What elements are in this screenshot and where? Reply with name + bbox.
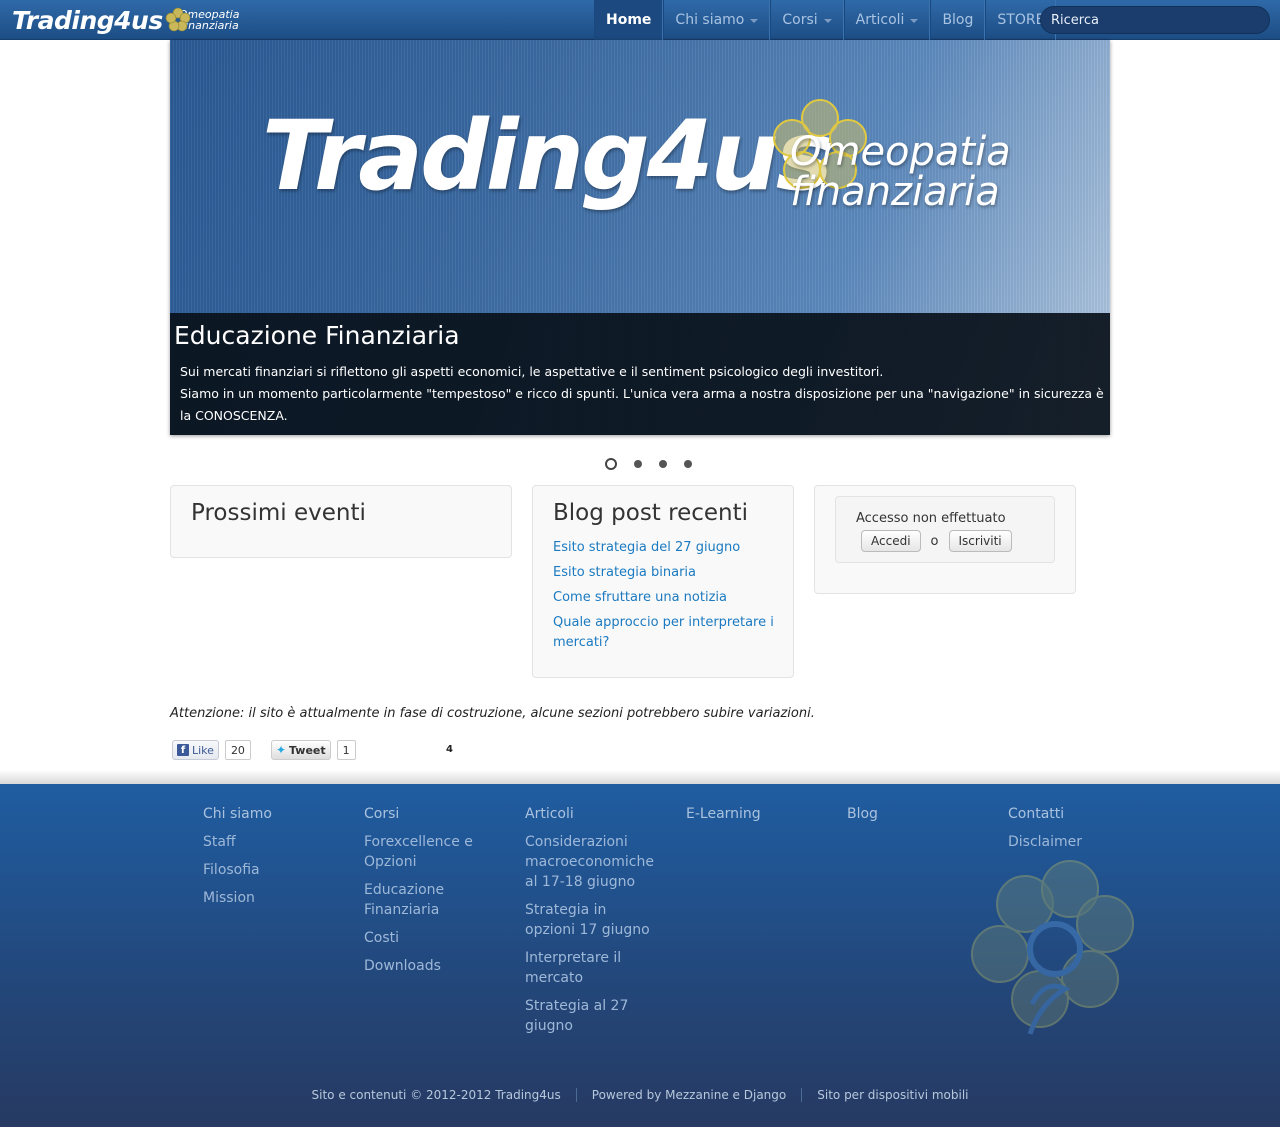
blog-post-link[interactable]: Quale approccio per interpretare i merca… <box>553 613 778 653</box>
twitter-bird-icon: ✦ <box>275 743 286 757</box>
carousel-dot-3[interactable] <box>659 460 667 468</box>
carousel-caption: Educazione Finanziaria Sui mercati finan… <box>170 313 1110 435</box>
or-label: o <box>930 533 939 549</box>
caret-down-icon <box>750 19 759 23</box>
footer-link[interactable]: Considerazioni macroeconomiche al 17-18 … <box>525 832 660 892</box>
flower-logo-icon <box>165 7 191 32</box>
blog-post-link[interactable]: Esito strategia del 27 giugno <box>553 538 778 558</box>
login-status: Accesso non effettuato <box>856 511 1006 526</box>
plusone-count: 4 <box>446 744 453 755</box>
signup-button[interactable]: Iscriviti <box>948 530 1012 552</box>
main-nav: Home Chi siamo Corsi Articoli Blog STORE <box>594 0 1057 40</box>
footer-col-chi-siamo: Chi siamo Staff Filosofia Mission <box>203 804 338 916</box>
tweet-label: Tweet <box>289 743 326 757</box>
search-input[interactable] <box>1040 6 1270 34</box>
footer-link[interactable]: Downloads <box>364 956 499 976</box>
footer-shadow <box>0 770 1280 784</box>
footer-col-elearning: E-Learning <box>686 804 821 832</box>
footer-link[interactable]: Interpretare il mercato <box>525 948 660 988</box>
nav-home[interactable]: Home <box>594 0 664 40</box>
copyright-text: Sito e contenuti © 2012-2012 Trading4us <box>311 1088 561 1102</box>
facebook-icon: f <box>177 744 189 756</box>
euro-coin-flower-icon <box>971 860 1134 1035</box>
construction-notice: Attenzione: il sito è attualmente in fas… <box>170 706 815 721</box>
like-label: Like <box>192 743 214 757</box>
footer-link[interactable]: Disclaimer <box>1008 832 1143 852</box>
carousel-dot-2[interactable] <box>634 460 642 468</box>
footer-copyright-bar: Sito e contenuti © 2012-2012 Trading4us … <box>0 1088 1280 1102</box>
footer-link[interactable]: Filosofia <box>203 860 338 880</box>
footer-link[interactable]: Educazione Finanziaria <box>364 880 499 920</box>
login-panel: Accesso non effettuato Accedi o Iscrivit… <box>814 485 1076 594</box>
like-count: 20 <box>224 740 251 760</box>
nav-store-label: STORE <box>997 12 1045 28</box>
footer-link[interactable]: Corsi <box>364 804 499 824</box>
footer-link[interactable]: Mission <box>203 888 338 908</box>
carousel-indicators <box>605 458 692 470</box>
navbar: Trading4us Omeopatia Finanziaria Home Ch… <box>0 0 1280 40</box>
nav-articoli-label: Articoli <box>855 12 905 28</box>
footer-col-contatti: Contatti Disclaimer <box>1008 804 1143 860</box>
footer-link[interactable]: Strategia al 27 giugno <box>525 996 660 1036</box>
footer-col-blog: Blog <box>847 804 982 832</box>
caption-text: Sui mercati finanziari si riflettono gli… <box>180 361 1105 427</box>
nav-corsi[interactable]: Corsi <box>770 0 844 40</box>
mobile-site-link[interactable]: Sito per dispositivi mobili <box>801 1088 983 1102</box>
carousel-dot-1[interactable] <box>605 458 617 470</box>
brand-title: Trading4us <box>12 5 163 35</box>
caption-line-1: Sui mercati finanziari si riflettono gli… <box>180 364 884 379</box>
footer-col-articoli: Articoli Considerazioni macroeconomiche … <box>525 804 660 1044</box>
brand-logo[interactable]: Trading4us Omeopatia Finanziaria <box>12 3 239 37</box>
events-title: Prossimi eventi <box>191 500 366 526</box>
hero-subtitle-line2: finanziaria <box>790 169 1000 215</box>
nav-corsi-label: Corsi <box>782 12 818 28</box>
footer-link[interactable]: Staff <box>203 832 338 852</box>
caption-line-2: Siamo in un momento particolarmente "tem… <box>180 386 1104 423</box>
nav-blog[interactable]: Blog <box>930 0 986 40</box>
footer-col-corsi: Corsi Forexcellence e Opzioni Educazione… <box>364 804 499 984</box>
footer-link[interactable]: Forexcellence e Opzioni <box>364 832 499 872</box>
footer-link[interactable]: Chi siamo <box>203 804 338 824</box>
powered-by-link[interactable]: Powered by Mezzanine e Django <box>575 1088 801 1102</box>
footer-link[interactable]: Contatti <box>1008 804 1143 824</box>
login-button[interactable]: Accedi <box>861 530 921 552</box>
login-box: Accesso non effettuato Accedi o Iscrivit… <box>835 496 1055 563</box>
hero-logo-subtitle: Omeopatia finanziaria <box>790 132 1011 212</box>
nav-chi-siamo[interactable]: Chi siamo <box>663 0 771 40</box>
social-buttons: f Like 20 ✦ Tweet 1 <box>172 740 356 760</box>
footer-link[interactable]: Blog <box>847 804 982 824</box>
caption-title: Educazione Finanziaria <box>174 321 460 350</box>
blog-title: Blog post recenti <box>553 500 749 526</box>
hero-logo-text: Trading4us <box>262 100 833 212</box>
footer: Chi siamo Staff Filosofia Mission Corsi … <box>0 784 1280 1127</box>
caret-down-icon <box>910 19 919 23</box>
footer-link[interactable]: Costi <box>364 928 499 948</box>
login-actions: Accedi o Iscriviti <box>861 530 1012 552</box>
blog-post-link[interactable]: Come sfruttare una notizia <box>553 588 778 608</box>
nav-articoli[interactable]: Articoli <box>843 0 931 40</box>
nav-home-label: Home <box>606 12 652 28</box>
blog-post-link[interactable]: Esito strategia binaria <box>553 563 778 583</box>
hero-carousel[interactable]: Trading4us Omeopatia finanziaria Educazi… <box>170 40 1110 435</box>
tweet-button[interactable]: ✦ Tweet <box>270 740 331 760</box>
carousel-dot-4[interactable] <box>684 460 692 468</box>
tweet-count: 1 <box>336 740 356 760</box>
footer-link[interactable]: Articoli <box>525 804 660 824</box>
blog-panel: Blog post recenti Esito strategia del 27… <box>532 485 794 678</box>
nav-blog-label: Blog <box>942 12 974 28</box>
blog-post-list: Esito strategia del 27 giugno Esito stra… <box>553 538 778 658</box>
nav-chi-siamo-label: Chi siamo <box>675 12 745 28</box>
events-panel: Prossimi eventi <box>170 485 512 558</box>
facebook-like-button[interactable]: f Like <box>172 740 219 760</box>
footer-link[interactable]: Strategia in opzioni 17 giugno <box>525 900 660 940</box>
caret-down-icon <box>823 19 832 23</box>
footer-link[interactable]: E-Learning <box>686 804 821 824</box>
